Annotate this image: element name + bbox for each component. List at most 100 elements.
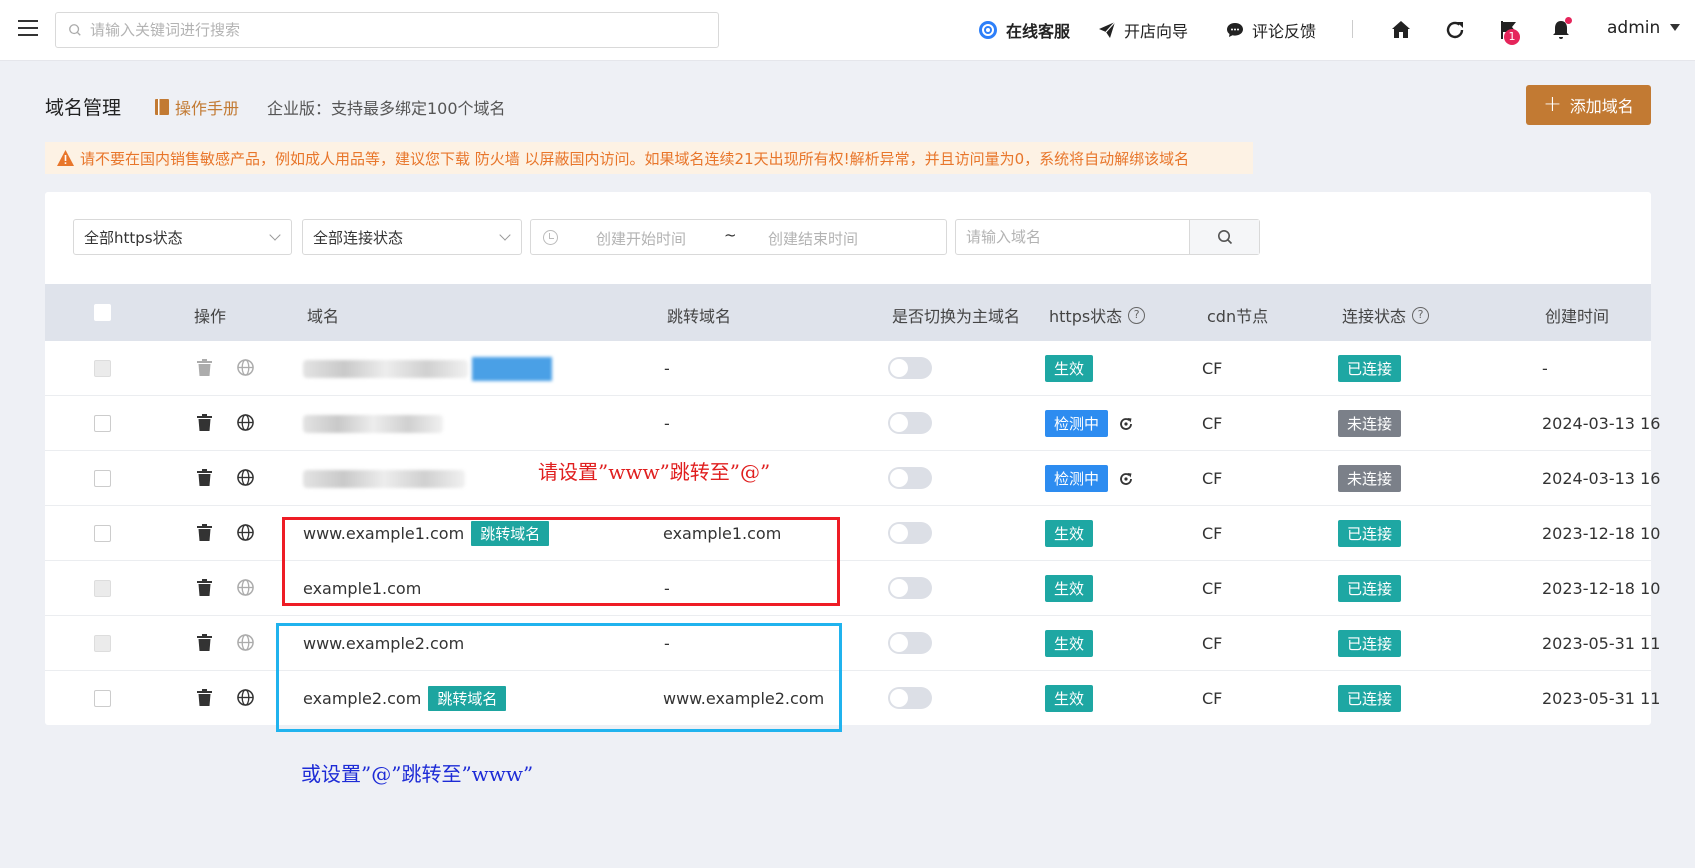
redacted-domain [303, 469, 465, 488]
global-search-input[interactable] [90, 13, 690, 47]
connect-status-badge: 已连接 [1338, 355, 1402, 382]
search-icon [69, 24, 81, 36]
top-bar: 在线客服 开店向导 评论反馈 1 admin [0, 0, 1695, 61]
globe-icon[interactable] [237, 634, 254, 651]
https-cell: 检测中 [1045, 396, 1134, 451]
col-domain: 域名 [307, 307, 340, 326]
add-domain-label: 添加域名 [1569, 97, 1634, 116]
bell-unread-dot [1565, 17, 1572, 24]
edition-info: 企业版：支持最多绑定100个域名 [267, 99, 506, 118]
domain-search-input[interactable] [956, 220, 1191, 254]
primary-switch[interactable] [888, 522, 932, 544]
setup-guide-link[interactable]: 开店向导 [1098, 18, 1188, 42]
notifications-flag[interactable]: 1 [1497, 18, 1521, 45]
recheck-icon[interactable] [1118, 471, 1134, 487]
trash-icon[interactable] [197, 359, 212, 376]
primary-switch[interactable] [888, 632, 932, 654]
feedback-link[interactable]: 评论反馈 [1226, 18, 1316, 42]
row-checkbox[interactable] [94, 415, 111, 432]
col-connect-status: 连接状态 ? [1342, 303, 1430, 327]
redacted-domain [303, 359, 468, 378]
primary-switch[interactable] [888, 357, 932, 379]
select-all-checkbox[interactable] [94, 304, 111, 321]
manual-link[interactable]: 操作手册 [155, 95, 239, 119]
table-row: - 检测中 CF 未连接 2024-03-13 16 [45, 396, 1660, 451]
help-icon[interactable]: ? [1128, 306, 1146, 324]
trash-icon[interactable] [197, 579, 212, 596]
primary-switch[interactable] [888, 577, 932, 599]
bell-button[interactable] [1549, 17, 1573, 42]
globe-icon[interactable] [237, 469, 254, 486]
book-icon [155, 99, 169, 115]
row-checkbox[interactable] [94, 635, 111, 652]
row-checkbox[interactable] [94, 580, 111, 597]
row-checkbox[interactable] [94, 470, 111, 487]
recheck-icon[interactable] [1118, 416, 1134, 432]
trash-icon[interactable] [197, 524, 212, 541]
https-status-badge: 检测中 [1045, 465, 1109, 492]
row-checkbox[interactable] [94, 360, 111, 377]
plus-icon: + [1543, 92, 1562, 117]
primary-switch[interactable] [888, 467, 932, 489]
created-cell: 2023-05-31 11 [1542, 689, 1661, 708]
row-checkbox[interactable] [94, 525, 111, 542]
https-cell: 生效 [1045, 561, 1094, 616]
topbar-divider [1352, 20, 1353, 38]
https-status-badge: 生效 [1045, 630, 1094, 657]
primary-switch[interactable] [888, 687, 932, 709]
connect-cell: 未连接 [1338, 451, 1402, 506]
blue-highlight-box [276, 623, 842, 732]
cdn-cell: CF [1202, 359, 1223, 378]
globe-icon[interactable] [237, 579, 254, 596]
trash-icon[interactable] [197, 689, 212, 706]
redacted-domain [303, 414, 443, 433]
primary-switch[interactable] [888, 412, 932, 434]
globe-icon[interactable] [237, 524, 254, 541]
date-start-placeholder: 创建开始时间 [596, 230, 687, 248]
trash-icon[interactable] [197, 414, 212, 431]
connect-cell: 已连接 [1338, 561, 1402, 616]
redirect-cell: - [664, 414, 670, 433]
connect-status-filter[interactable]: 全部连接状态 [302, 219, 522, 255]
col-https-status-label: https状态 [1049, 307, 1123, 326]
flag-count-badge: 1 [1504, 29, 1520, 45]
caret-down-icon [1670, 24, 1681, 31]
connect-cell: 已连接 [1338, 616, 1402, 671]
online-service-link[interactable]: 在线客服 [978, 18, 1070, 42]
connect-status-badge: 已连接 [1338, 630, 1402, 657]
globe-icon[interactable] [237, 414, 254, 431]
setup-guide-label: 开店向导 [1124, 22, 1189, 41]
help-icon[interactable]: ? [1412, 306, 1430, 324]
connect-status-filter-value: 全部连接状态 [313, 228, 404, 247]
add-domain-button[interactable]: + 添加域名 [1526, 85, 1651, 125]
refresh-icon[interactable] [1443, 18, 1467, 42]
connect-status-badge: 未连接 [1338, 410, 1402, 437]
online-service-label: 在线客服 [1006, 22, 1071, 41]
cdn-cell: CF [1202, 524, 1223, 543]
red-annotation-text: 请设置”www”跳转至”@” [538, 460, 771, 484]
created-cell: 2024-03-13 16 [1542, 469, 1661, 488]
table-header: 操作 域名 跳转域名 是否切换为主域名 https状态 ? cdn节点 连接状态… [45, 284, 1651, 341]
https-cell: 生效 [1045, 341, 1094, 396]
https-status-filter[interactable]: 全部https状态 [73, 219, 292, 255]
domain-search-button[interactable] [1189, 220, 1259, 254]
https-cell: 生效 [1045, 506, 1094, 561]
connect-cell: 未连接 [1338, 396, 1402, 451]
https-status-badge: 检测中 [1045, 410, 1109, 437]
home-icon[interactable] [1389, 18, 1413, 42]
menu-toggle-icon[interactable] [18, 20, 38, 40]
domain-search [955, 219, 1260, 255]
created-cell: - [1542, 359, 1548, 378]
col-connect-status-label: 连接状态 [1342, 307, 1407, 326]
globe-icon[interactable] [237, 359, 254, 376]
trash-icon[interactable] [197, 634, 212, 651]
global-search[interactable] [55, 12, 719, 48]
globe-icon[interactable] [237, 689, 254, 706]
row-checkbox[interactable] [94, 690, 111, 707]
col-https-status: https状态 ? [1049, 303, 1146, 327]
redirect-cell: - [664, 359, 670, 378]
user-menu[interactable]: admin [1607, 18, 1681, 38]
date-range-picker[interactable]: 创建开始时间 ~ 创建结束时间 [530, 219, 947, 255]
col-created-at: 创建时间 [1545, 307, 1610, 326]
trash-icon[interactable] [197, 469, 212, 486]
